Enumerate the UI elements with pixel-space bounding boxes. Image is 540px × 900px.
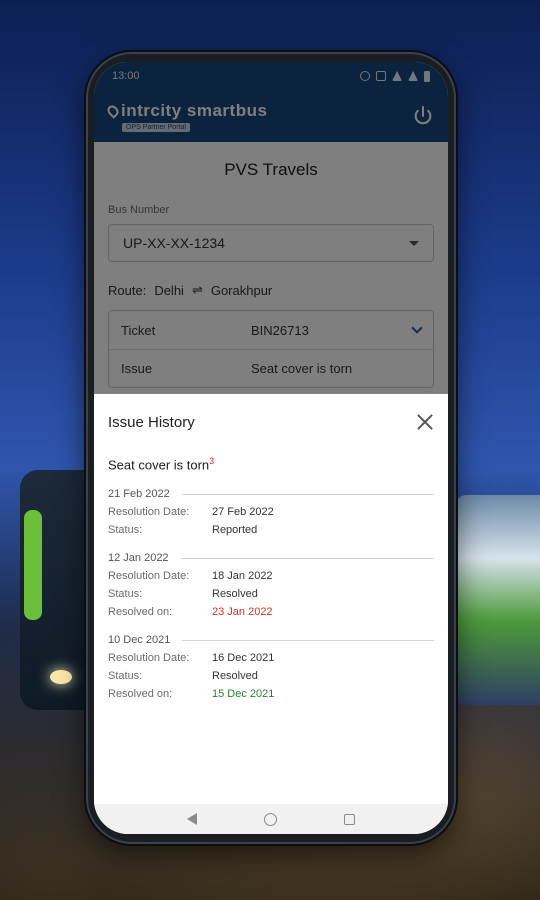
history-entry: 10 Dec 2021 Resolution Date: 16 Dec 2021 … <box>108 634 434 700</box>
status-value: Resolved <box>212 670 258 683</box>
bus-photo-left <box>20 470 90 710</box>
issue-count: 3 <box>209 456 215 466</box>
divider <box>180 557 434 559</box>
system-nav-bar <box>94 804 448 834</box>
entry-date: 21 Feb 2022 <box>108 488 170 501</box>
back-icon[interactable] <box>187 813 198 825</box>
resolution-date: 16 Dec 2021 <box>212 652 275 665</box>
resolution-date-label: Resolution Date: <box>108 506 190 519</box>
home-icon[interactable] <box>263 812 277 826</box>
resolved-on-date: 15 Dec 2021 <box>212 688 275 701</box>
status-label: Status: <box>108 588 143 601</box>
status-label: Status: <box>108 524 143 537</box>
status-value: Resolved <box>212 588 258 601</box>
resolution-date: 27 Feb 2022 <box>212 506 274 519</box>
resolution-date-label: Resolution Date: <box>108 570 190 583</box>
history-entry: 21 Feb 2022 Resolution Date: 27 Feb 2022 … <box>108 488 434 536</box>
sheet-title: Issue History <box>108 413 195 431</box>
resolution-date: 18 Jan 2022 <box>212 570 273 583</box>
close-icon[interactable] <box>416 413 434 431</box>
entry-date: 10 Dec 2021 <box>108 634 171 647</box>
issue-history-sheet: Issue History Seat cover is torn3 21 Feb… <box>94 394 448 796</box>
recent-apps-icon[interactable] <box>343 813 355 825</box>
modal-scrim[interactable] <box>94 62 448 408</box>
issue-name-text: Seat cover is torn <box>108 457 210 473</box>
bus-photo-right <box>456 495 540 705</box>
status-label: Status: <box>108 670 143 683</box>
divider <box>182 639 434 641</box>
main-content: PVS Travels Bus Number UP-XX-XX-1234 Rou… <box>94 62 448 806</box>
resolution-date-label: Resolution Date: <box>108 652 190 665</box>
divider <box>181 493 434 495</box>
entry-date: 12 Jan 2022 <box>108 552 169 565</box>
history-entry: 12 Jan 2022 Resolution Date: 18 Jan 2022 … <box>108 552 434 618</box>
resolved-on-label: Resolved on: <box>108 688 173 701</box>
status-value: Reported <box>212 524 258 537</box>
resolved-on-label: Resolved on: <box>108 606 173 619</box>
resolved-on-date: 23 Jan 2022 <box>212 606 273 619</box>
phone-screen: 13:00 intrcity smartbus OPS Partner Port… <box>94 62 448 834</box>
issue-name: Seat cover is torn3 <box>108 456 434 472</box>
